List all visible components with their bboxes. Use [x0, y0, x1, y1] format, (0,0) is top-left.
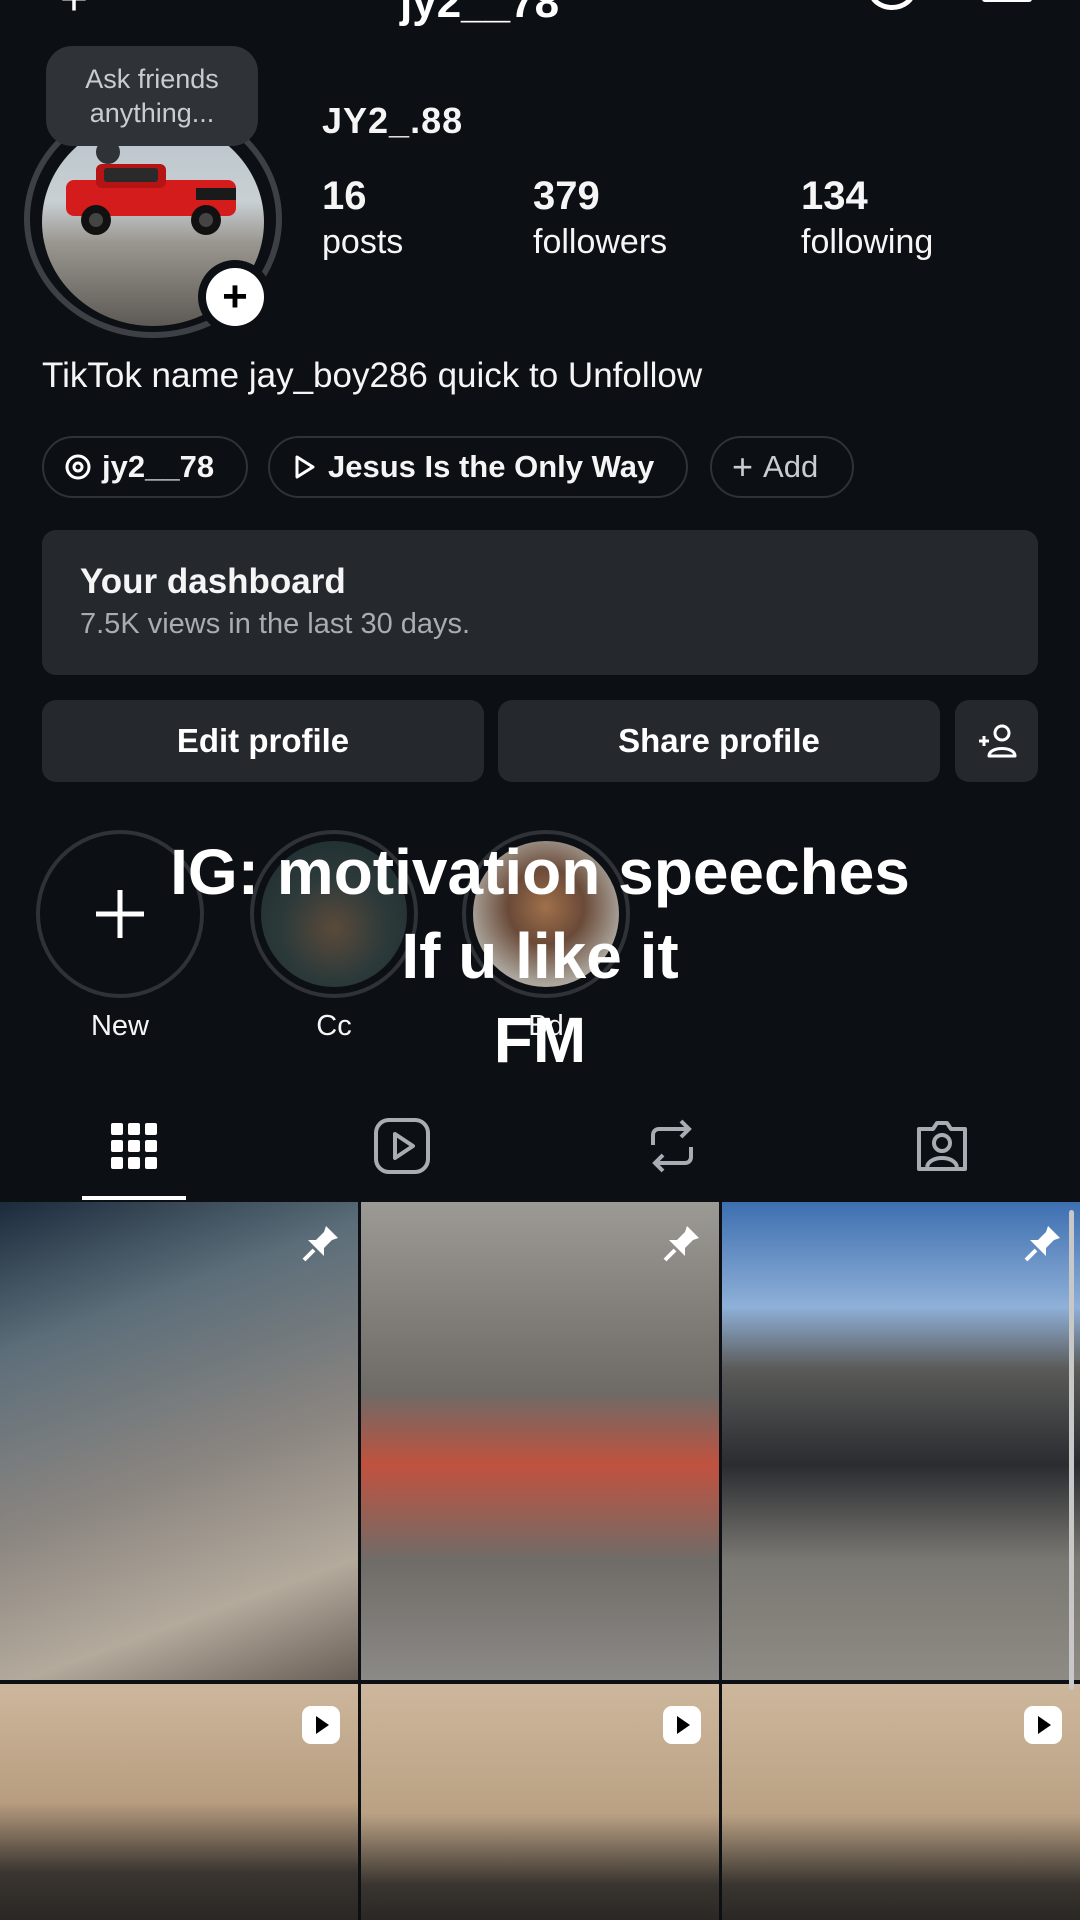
tab-tagged[interactable] [892, 1106, 992, 1186]
plus-icon: + [732, 446, 754, 487]
pin-icon [1024, 1226, 1060, 1262]
active-tab-indicator [82, 1196, 186, 1200]
stat-followers-label: followers [533, 223, 668, 261]
post-thumbnail[interactable] [722, 1202, 1080, 1680]
truck-image [66, 164, 236, 235]
overlay-text-line3: FM [493, 1004, 587, 1076]
threads-chip-label: jy2__78 [102, 449, 215, 484]
menu-icon[interactable] [982, 0, 1032, 2]
tagged-icon [917, 1121, 967, 1171]
dashboard-card[interactable]: Your dashboard 7.5K views in the last 30… [42, 530, 1038, 675]
reels-icon [374, 1118, 430, 1174]
add-link-label: Add [763, 449, 819, 484]
add-person-icon [978, 724, 1016, 758]
discover-people-button[interactable] [955, 700, 1038, 782]
stat-posts-label: posts [322, 223, 404, 261]
play-icon [295, 455, 315, 479]
post-thumbnail[interactable] [0, 1684, 358, 1920]
threads-chip[interactable]: jy2__78 [42, 436, 248, 498]
tab-reposts[interactable] [622, 1106, 722, 1186]
reel-icon [302, 1706, 340, 1744]
posts-grid [0, 1202, 1080, 1920]
post-thumbnail[interactable] [0, 1202, 358, 1680]
stat-followers[interactable]: 379 followers [533, 172, 667, 264]
pin-icon [302, 1226, 338, 1262]
threads-icon [65, 454, 91, 480]
music-chip-label: Jesus Is the Only Way [328, 449, 655, 484]
music-chip[interactable]: Jesus Is the Only Way [268, 436, 688, 498]
stat-following-count: 134 [801, 174, 868, 218]
pin-icon [663, 1226, 699, 1262]
overlay-text-line2: If u like it [401, 920, 679, 992]
tab-posts[interactable] [84, 1106, 184, 1186]
post-thumbnail[interactable] [361, 1684, 719, 1920]
stat-following[interactable]: 134 following [801, 172, 933, 264]
threads-icon[interactable] [868, 0, 916, 10]
tab-reels[interactable] [352, 1106, 452, 1186]
scrollbar[interactable] [1069, 1210, 1074, 1690]
reel-icon [663, 1706, 701, 1744]
reposts-icon [651, 1119, 693, 1173]
add-link-chip[interactable]: + Add [710, 436, 854, 498]
profile-tabs [0, 1100, 1080, 1202]
stat-followers-count: 379 [533, 174, 600, 218]
share-profile-button[interactable]: Share profile [498, 700, 940, 782]
stat-posts-count: 16 [322, 174, 367, 218]
reel-icon [1024, 1706, 1062, 1744]
stat-following-label: following [801, 223, 934, 261]
plus-icon: + [206, 268, 264, 326]
add-story-button[interactable]: + [198, 260, 272, 334]
post-thumbnail[interactable] [361, 1202, 719, 1680]
post-thumbnail[interactable] [722, 1684, 1080, 1920]
edit-profile-button[interactable]: Edit profile [42, 700, 484, 782]
create-icon[interactable]: + [60, 0, 88, 27]
dashboard-title: Your dashboard [80, 562, 346, 601]
top-username[interactable]: jy2__78 [400, 0, 559, 28]
dashboard-subtitle: 7.5K views in the last 30 days. [80, 608, 471, 640]
display-name: JY2_.88 [322, 100, 464, 141]
stat-posts[interactable]: 16 posts [322, 172, 403, 264]
grid-icon [111, 1123, 157, 1169]
bio: TikTok name jay_boy286 quick to Unfollow [42, 356, 703, 395]
note-bubble[interactable]: Ask friends anything... [46, 46, 258, 164]
overlay-text-line1: IG: motivation speeches [170, 836, 910, 908]
top-bar: + jy2__78 [0, 0, 1080, 27]
